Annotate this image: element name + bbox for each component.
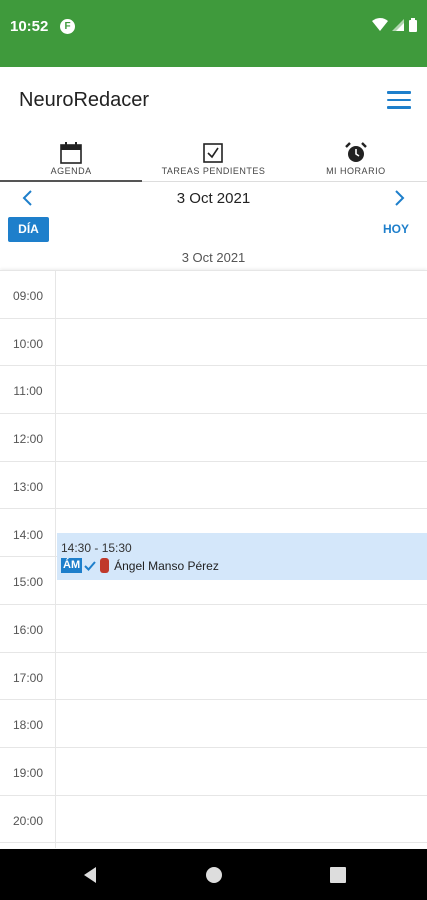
- home-icon[interactable]: [204, 865, 224, 885]
- hour-row[interactable]: 18:00: [0, 700, 427, 748]
- hour-row[interactable]: 09:00: [0, 271, 427, 319]
- appointment-event[interactable]: 14:30 - 15:30 ÁM Ángel Manso Pérez: [57, 533, 427, 581]
- status-time: 10:52: [10, 18, 49, 35]
- event-details: ÁM Ángel Manso Pérez: [61, 558, 219, 574]
- tab-agenda[interactable]: AGENDA: [0, 138, 143, 182]
- status-bar: 10:52 F: [0, 0, 427, 67]
- hour-label: 13:00: [12, 479, 44, 494]
- patient-name: Ángel Manso Pérez: [114, 558, 219, 573]
- hour-row[interactable]: 11:00: [0, 366, 427, 415]
- hour-row[interactable]: 17:00: [0, 653, 427, 701]
- signal-icon: [392, 19, 404, 31]
- back-icon[interactable]: [80, 865, 100, 885]
- status-icons: [372, 18, 417, 32]
- notification-app-icon: F: [60, 19, 75, 34]
- chevron-right-icon[interactable]: [389, 188, 409, 208]
- app-title: NeuroRedacer: [19, 89, 150, 111]
- tab-bar: AGENDA TAREAS PENDIENTES MI HORARIO: [0, 138, 427, 182]
- checkbox-icon: [203, 143, 224, 163]
- tab-agenda-label: AGENDA: [50, 166, 92, 176]
- event-time: 14:30 - 15:30: [61, 541, 132, 556]
- hour-row[interactable]: 13:00: [0, 462, 427, 510]
- hamburger-menu-icon[interactable]: [387, 91, 411, 109]
- hour-row[interactable]: 19:00: [0, 748, 427, 796]
- hour-label: 17:00: [12, 670, 44, 685]
- hour-row[interactable]: 20:00: [0, 796, 427, 844]
- today-button[interactable]: HOY: [383, 222, 409, 236]
- status-badge-icon: [100, 558, 110, 574]
- patient-initials: ÁM: [61, 558, 83, 574]
- day-view-button[interactable]: DÍA: [8, 217, 49, 242]
- hour-row[interactable]: 10:00: [0, 319, 427, 367]
- tab-horario-label: MI HORARIO: [326, 166, 386, 176]
- hour-label: 12:00: [12, 432, 44, 447]
- hour-label: 18:00: [12, 718, 44, 733]
- hour-label: 11:00: [13, 384, 43, 399]
- date-title: 3 Oct 2021: [176, 190, 251, 207]
- checkmark-icon: [84, 561, 96, 571]
- wifi-icon: [372, 18, 388, 31]
- date-navigation: 3 Oct 2021: [0, 186, 427, 212]
- hour-label: 16:00: [12, 622, 44, 637]
- tab-mi-horario[interactable]: MI HORARIO: [285, 138, 427, 181]
- calendar-icon: [60, 142, 82, 164]
- hour-row[interactable]: 12:00: [0, 414, 427, 462]
- hour-label: 10:00: [12, 336, 44, 351]
- alarm-clock-icon: [344, 142, 367, 162]
- hour-label: 14:00: [12, 527, 44, 542]
- hour-label: 15:00: [12, 575, 44, 590]
- hour-label: 20:00: [12, 813, 44, 828]
- hour-row[interactable]: 16:00: [0, 605, 427, 653]
- battery-icon: [409, 18, 417, 32]
- app-bar: NeuroRedacer: [0, 67, 427, 132]
- tab-tareas-label: TAREAS PENDIENTES: [161, 166, 266, 176]
- tab-tareas-pendientes[interactable]: TAREAS PENDIENTES: [142, 138, 284, 181]
- hour-label: 19:00: [12, 766, 44, 780]
- day-header: 3 Oct 2021: [181, 250, 246, 265]
- system-navigation-bar: [0, 849, 427, 900]
- hour-label: 09:00: [12, 289, 44, 303]
- day-schedule-grid[interactable]: 09:00 10:00 11:00 12:00 13:00 14:00 15:00 16:00…: [0, 270, 427, 848]
- recents-icon[interactable]: [328, 865, 348, 885]
